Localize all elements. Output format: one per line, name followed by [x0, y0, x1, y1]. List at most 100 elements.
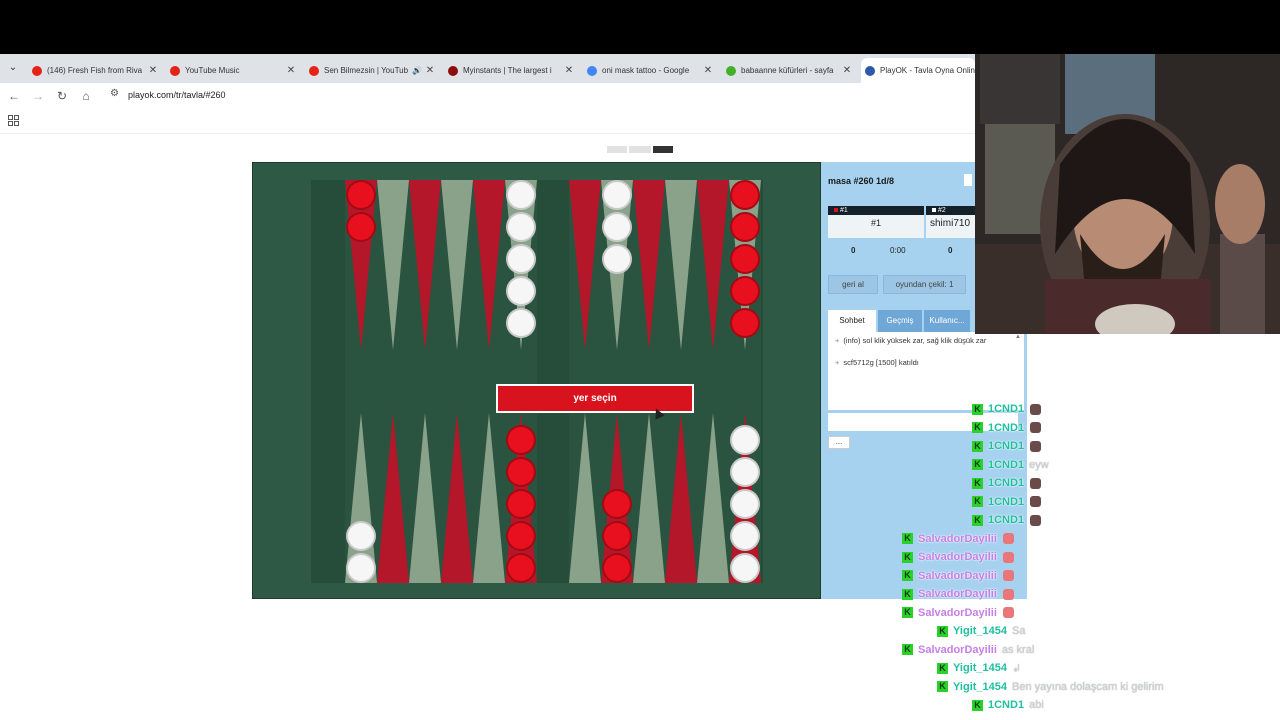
youtube-icon — [32, 65, 42, 76]
close-icon[interactable]: ✕ — [842, 65, 852, 76]
chat-message: K SalvadorDayilii — [902, 568, 1014, 584]
white-checker-face — [508, 182, 534, 208]
player-1-card[interactable]: #1 #1 — [828, 206, 924, 238]
chat-line: + scf5712g [1500] katıldı — [835, 358, 919, 367]
kick-badge-icon: K — [972, 440, 983, 452]
more-button[interactable]: ... — [828, 436, 850, 449]
address-bar[interactable]: ⚙ playok.com/tr/tavla/#260 — [106, 87, 966, 106]
close-icon[interactable]: ✕ — [703, 65, 713, 76]
black-letterbox — [0, 0, 1280, 54]
white-checker-face — [348, 523, 374, 549]
browser-tab[interactable]: PlayOK - Tavla Oyna Onlin — [861, 58, 975, 83]
close-icon[interactable]: ✕ — [564, 65, 574, 76]
star-icon — [865, 65, 875, 76]
undo-button[interactable]: geri al — [828, 275, 878, 294]
apps-icon[interactable] — [8, 115, 19, 126]
chat-username: SalvadorDayilii — [918, 643, 997, 656]
browser-tab[interactable]: babaanne küfürleri - sayfa ✕ — [722, 58, 852, 83]
white-checker-face — [604, 214, 630, 240]
chat-message: K Yigit_1454 ↲ — [937, 660, 1021, 676]
hat-emote-icon — [1030, 403, 1042, 415]
panel-toggle[interactable] — [964, 174, 972, 186]
tab-title: (146) Fresh Fish from Riva — [47, 66, 143, 75]
close-icon[interactable]: ✕ — [148, 65, 158, 76]
back-icon[interactable]: ← — [5, 88, 23, 104]
white-checker-face — [508, 246, 534, 272]
brain-emote-icon — [1002, 551, 1014, 563]
leaf-icon — [726, 65, 736, 76]
center-bar — [537, 180, 569, 583]
kick-badge-icon: K — [972, 403, 983, 415]
chat-message: K SalvadorDayilii — [902, 605, 1014, 621]
tab-title: Myinstants | The largest i — [463, 66, 552, 75]
kick-badge-icon: K — [972, 459, 983, 470]
tab-strip: ⌄ (146) Fresh Fish from Riva ✕ YouTube Mus… — [0, 54, 975, 83]
stream-chat-overlay: K 1CND1 K 1CND1 K 1CND1 K 1CND1 eyw K 1CND1 K 1CND1 K… — [860, 400, 1280, 720]
chat-username: 1CND1 — [988, 514, 1025, 526]
kick-badge-icon: K — [972, 496, 983, 507]
browser-tab[interactable]: oni mask tattoo - Google ✕ — [583, 58, 713, 83]
forward-icon[interactable]: → — [29, 88, 47, 104]
myinstants-icon — [448, 65, 458, 76]
google-icon — [587, 65, 597, 76]
backgammon-board[interactable]: yer seçin — [311, 180, 763, 583]
red-checker-face — [604, 491, 630, 517]
reload-icon[interactable]: ↻ — [53, 88, 71, 104]
chat-message: K Yigit_1454 Ben yayına dolaşcam ki geliri… — [937, 679, 1164, 695]
white-checker-face — [508, 310, 534, 336]
red-checker-face — [732, 278, 758, 304]
tab-search-icon[interactable]: ⌄ — [4, 60, 22, 76]
chat-username: 1CND1 — [988, 403, 1025, 415]
home-icon[interactable]: ⌂ — [77, 88, 95, 104]
status-banner: yer seçin — [496, 384, 694, 413]
chat-message-text: Sa — [1012, 625, 1026, 637]
chat-username: Yigit_1454 — [953, 662, 1008, 674]
tab-users[interactable]: Kullanıc... — [924, 310, 970, 332]
chat-message: K SalvadorDayilii — [902, 586, 1014, 602]
resign-button[interactable]: oyundan çekil: 1 — [883, 275, 966, 294]
tab-title: babaanne küfürleri - sayfa — [741, 66, 834, 75]
screen: ⌄ (146) Fresh Fish from Riva ✕ YouTube Mus… — [0, 0, 1280, 720]
board-svg[interactable] — [311, 180, 763, 583]
close-icon[interactable]: ✕ — [286, 65, 296, 76]
close-icon[interactable]: ✕ — [425, 65, 435, 76]
red-checker-face — [732, 310, 758, 336]
kick-badge-icon: K — [902, 607, 913, 618]
chat-username: SalvadorDayilii — [918, 606, 997, 619]
youtube-music-icon — [309, 65, 319, 76]
red-checker-face — [732, 246, 758, 272]
site-info-icon[interactable]: ⚙ — [110, 88, 119, 99]
browser-tab[interactable]: YouTube Music ✕ — [166, 58, 296, 83]
bookmarks-bar — [0, 110, 975, 134]
browser-tab[interactable]: Myinstants | The largest i ✕ — [444, 58, 574, 83]
chat-message: K 1CND1 — [972, 494, 1042, 510]
youtube-music-icon — [170, 65, 180, 76]
browser-tab[interactable]: (146) Fresh Fish from Riva ✕ — [28, 58, 158, 83]
tab-chat[interactable]: Sohbet — [828, 310, 876, 332]
chat-log[interactable]: + (info) sol klik yüksek zar, sağ klik dü… — [828, 332, 1024, 410]
brain-emote-icon — [1002, 570, 1014, 581]
kick-badge-icon: K — [972, 477, 983, 489]
chat-message: K Yigit_1454 Sa — [937, 623, 1025, 639]
red-checker-face — [508, 555, 534, 581]
kick-badge-icon: K — [902, 570, 913, 581]
kick-badge-icon: K — [902, 533, 913, 544]
page-indicator — [607, 146, 673, 153]
white-checker-face — [508, 278, 534, 304]
chat-message: K 1CND1 — [972, 438, 1042, 454]
scroll-up-icon[interactable]: ▲ — [1015, 334, 1021, 340]
player-1-score: 0 — [851, 246, 856, 255]
red-checker-face — [348, 214, 374, 240]
white-checker-face — [732, 523, 758, 549]
hat-emote-icon — [1030, 477, 1042, 489]
speaker-icon[interactable]: 🔊 — [412, 66, 422, 75]
url-text[interactable]: playok.com/tr/tavla/#260 — [128, 90, 226, 100]
red-checker-face — [508, 523, 534, 549]
tab-history[interactable]: Geçmiş — [878, 310, 922, 332]
player-1-header: #1 — [828, 206, 924, 215]
chat-message-text: ↲ — [1012, 662, 1022, 675]
browser-tab[interactable]: Sen Bilmezsin | YouTub 🔊 ✕ — [305, 58, 435, 83]
streamer-webcam-image — [975, 54, 1280, 334]
chat-message: K 1CND1 — [972, 512, 1042, 528]
chat-username: 1CND1 — [988, 421, 1025, 434]
